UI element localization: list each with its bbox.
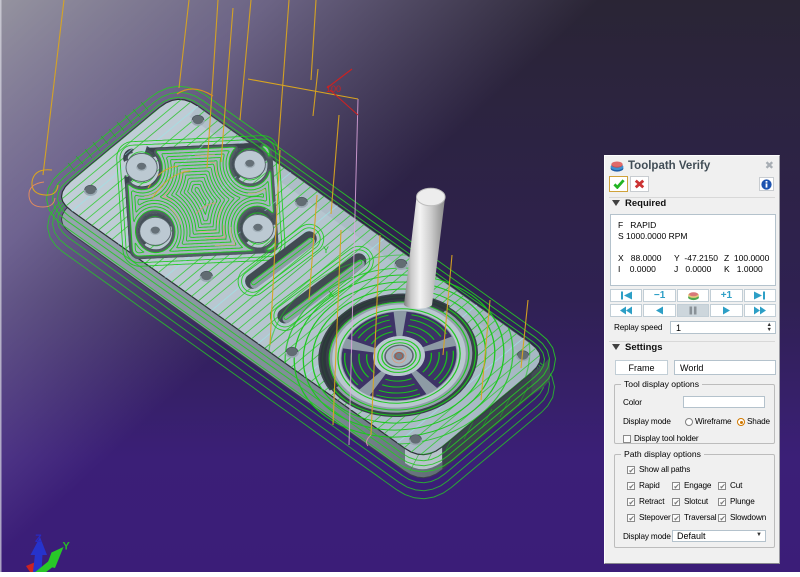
svg-text:Y: Y: [63, 541, 71, 553]
svg-text:X: X: [328, 289, 334, 299]
svg-text:Z: Z: [35, 533, 42, 545]
svg-text:100: 100: [326, 84, 341, 94]
svg-text:Y: Y: [323, 245, 329, 255]
